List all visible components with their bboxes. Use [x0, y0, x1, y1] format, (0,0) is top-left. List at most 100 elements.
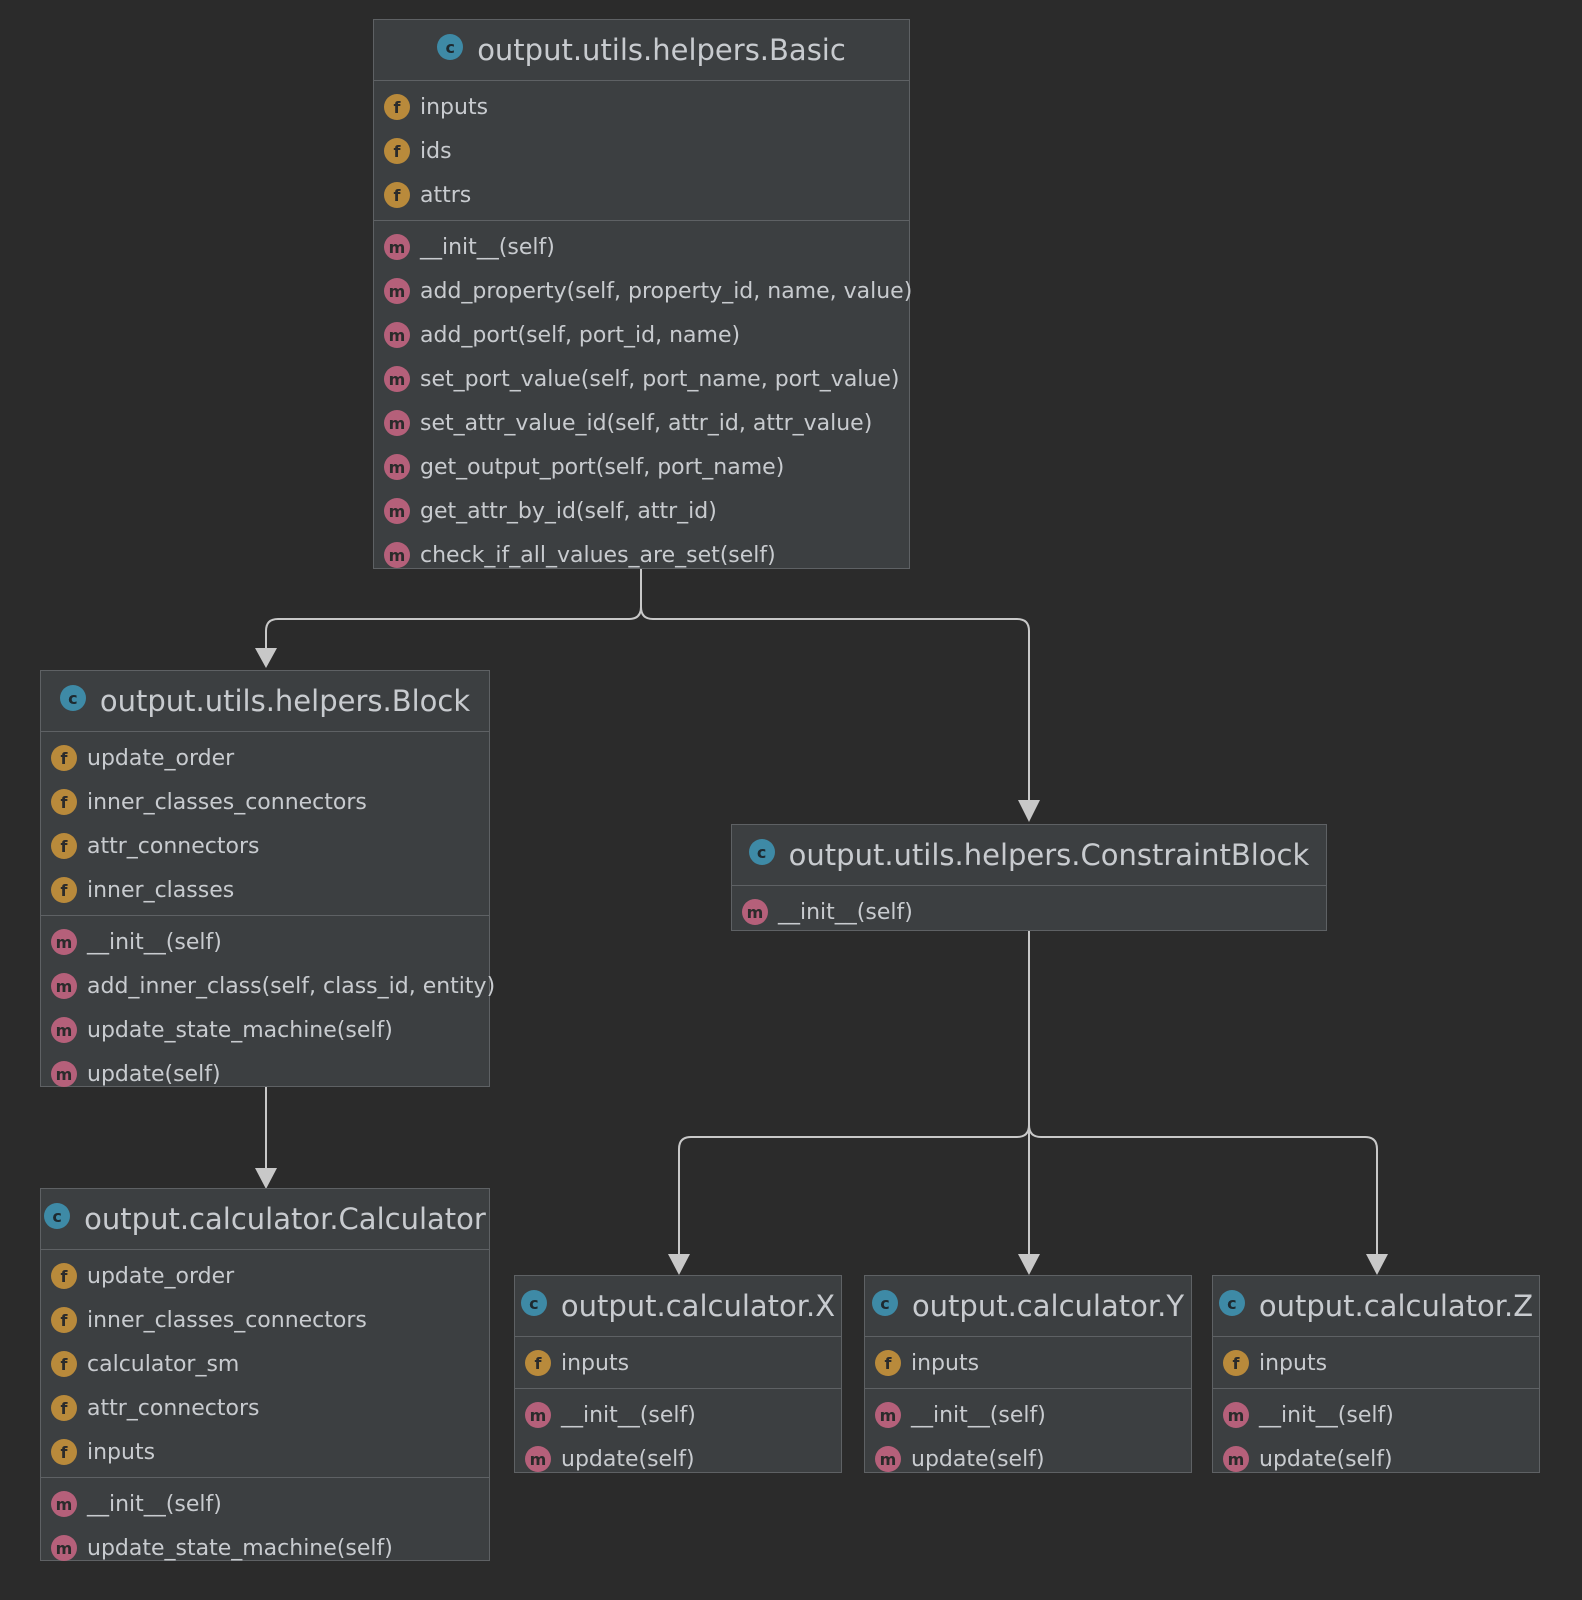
method-icon: m: [51, 929, 77, 955]
class-y[interactable]: c output.calculator.Y f inputs m __init__(sel…: [864, 1275, 1192, 1473]
field-calculator-sm[interactable]: f calculator_sm: [41, 1342, 489, 1386]
field-inner-classes[interactable]: f inner_classes: [41, 868, 489, 912]
field-inputs[interactable]: f inputs: [515, 1341, 841, 1385]
field-attrs[interactable]: f attrs: [374, 173, 909, 217]
class-name: output.utils.helpers.ConstraintBlock: [788, 838, 1310, 872]
methods-section: m __init__(self) m update(self): [1213, 1388, 1539, 1484]
method-icon: m: [875, 1402, 901, 1428]
fields-section: f update_order f inner_classes_connectors f c…: [41, 1250, 489, 1477]
field-icon: f: [51, 1307, 77, 1333]
fields-section: f inputs: [1213, 1337, 1539, 1388]
field-inputs[interactable]: f inputs: [374, 85, 909, 129]
method-icon: m: [742, 899, 768, 925]
class-name: output.calculator.Y: [911, 1289, 1185, 1323]
method-init[interactable]: m __init__(self): [1213, 1393, 1539, 1437]
method-update[interactable]: m update(self): [515, 1437, 841, 1481]
method-icon: m: [875, 1446, 901, 1472]
class-z[interactable]: c output.calculator.Z f inputs m __init__(sel…: [1212, 1275, 1540, 1473]
class-header: c output.calculator.Y: [865, 1276, 1191, 1337]
method-get-output-port[interactable]: m get_output_port(self, port_name): [374, 445, 909, 489]
method-update[interactable]: m update(self): [865, 1437, 1191, 1481]
class-icon: c: [44, 1203, 71, 1229]
method-icon: m: [51, 1061, 77, 1087]
class-name: output.calculator.X: [560, 1289, 836, 1323]
field-inner-classes-connectors[interactable]: f inner_classes_connectors: [41, 1298, 489, 1342]
field-ids[interactable]: f ids: [374, 129, 909, 173]
method-init[interactable]: m __init__(self): [41, 920, 489, 964]
field-inner-classes-connectors[interactable]: f inner_classes_connectors: [41, 780, 489, 824]
field-label: inputs: [911, 1350, 980, 1376]
method-icon: m: [384, 278, 410, 304]
field-icon: f: [384, 138, 410, 164]
method-update[interactable]: m update(self): [41, 1052, 489, 1096]
field-icon: f: [51, 833, 77, 859]
field-inputs[interactable]: f inputs: [865, 1341, 1191, 1385]
method-add-property[interactable]: m add_property(self, property_id, name, v…: [374, 269, 912, 313]
field-icon: f: [51, 1351, 77, 1377]
method-icon: m: [51, 1491, 77, 1517]
class-header: c output.utils.helpers.ConstraintBlock: [732, 825, 1326, 886]
field-icon: f: [51, 1439, 77, 1465]
method-get-attr-by-id[interactable]: m get_attr_by_id(self, attr_id): [374, 489, 909, 533]
method-init[interactable]: m __init__(self): [732, 890, 1326, 934]
arrowhead-x: [668, 1254, 690, 1275]
field-update-order[interactable]: f update_order: [41, 1254, 489, 1298]
class-icon: c: [59, 685, 86, 711]
edge-basic-to-constraint: [640, 569, 1030, 806]
field-icon: f: [51, 1263, 77, 1289]
method-init[interactable]: m __init__(self): [865, 1393, 1191, 1437]
arrowhead-constraint: [1018, 800, 1040, 822]
class-header: c output.calculator.Calculator: [41, 1189, 489, 1250]
method-update[interactable]: m update(self): [1213, 1437, 1539, 1481]
method-add-inner-class[interactable]: m add_inner_class(self, class_id, entity): [41, 964, 495, 1008]
methods-section: m __init__(self) m update(self): [865, 1388, 1191, 1484]
methods-section: m __init__(self) m update_state_machine(sel…: [41, 1477, 489, 1573]
class-block[interactable]: c output.utils.helpers.Block f update_order…: [40, 670, 495, 1087]
class-constraint-block[interactable]: c output.utils.helpers.ConstraintBlock m __…: [731, 824, 1327, 931]
method-icon: m: [1223, 1402, 1249, 1428]
arrowhead-y: [1018, 1254, 1040, 1275]
method-init[interactable]: m __init__(self): [41, 1482, 489, 1526]
field-label: attrs: [420, 182, 472, 208]
class-icon: c: [437, 34, 464, 60]
field-icon: f: [384, 94, 410, 120]
method-icon: m: [525, 1446, 551, 1472]
method-init[interactable]: m __init__(self): [374, 225, 909, 269]
field-label: inputs: [1259, 1350, 1328, 1376]
class-x[interactable]: c output.calculator.X f inputs m __init__(sel…: [514, 1275, 842, 1473]
field-label: inner_classes: [87, 877, 235, 903]
field-attr-connectors[interactable]: f attr_connectors: [41, 824, 489, 868]
class-icon: c: [871, 1290, 898, 1316]
field-update-order[interactable]: f update_order: [41, 736, 489, 780]
method-icon: m: [384, 234, 410, 260]
method-icon: m: [51, 973, 77, 999]
field-icon: f: [525, 1350, 551, 1376]
method-update-state-machine[interactable]: m update_state_machine(self): [41, 1526, 489, 1570]
method-label: add_inner_class(self, class_id, entity): [87, 973, 496, 999]
method-label: __init__(self): [561, 1402, 696, 1428]
method-icon: m: [384, 322, 410, 348]
field-attr-connectors[interactable]: f attr_connectors: [41, 1386, 489, 1430]
field-inputs[interactable]: f inputs: [41, 1430, 489, 1474]
method-label: update(self): [911, 1446, 1045, 1472]
class-calculator[interactable]: c output.calculator.Calculator f update_ord…: [40, 1188, 490, 1561]
method-label: get_attr_by_id(self, attr_id): [420, 498, 717, 524]
method-label: check_if_all_values_are_set(self): [420, 542, 776, 568]
field-icon: f: [875, 1350, 901, 1376]
class-basic[interactable]: c output.utils.helpers.Basic f inputs f ids f a…: [373, 19, 912, 569]
method-update-state-machine[interactable]: m update_state_machine(self): [41, 1008, 489, 1052]
field-label: attr_connectors: [87, 1395, 260, 1421]
class-name: output.utils.helpers.Basic: [477, 33, 846, 67]
field-inputs[interactable]: f inputs: [1213, 1341, 1539, 1385]
method-add-port[interactable]: m add_port(self, port_id, name): [374, 313, 909, 357]
method-set-attr-value-id[interactable]: m set_attr_value_id(self, attr_id, attr_v…: [374, 401, 909, 445]
method-icon: m: [525, 1402, 551, 1428]
methods-section: m __init__(self): [732, 886, 1326, 937]
class-icon: c: [1218, 1290, 1245, 1316]
method-set-port-value[interactable]: m set_port_value(self, port_name, port_va…: [374, 357, 909, 401]
method-label: set_attr_value_id(self, attr_id, attr_va…: [420, 410, 873, 436]
field-icon: f: [51, 745, 77, 771]
method-check-if-all-values-are-set[interactable]: m check_if_all_values_are_set(self): [374, 533, 909, 577]
method-init[interactable]: m __init__(self): [515, 1393, 841, 1437]
field-label: inputs: [561, 1350, 630, 1376]
